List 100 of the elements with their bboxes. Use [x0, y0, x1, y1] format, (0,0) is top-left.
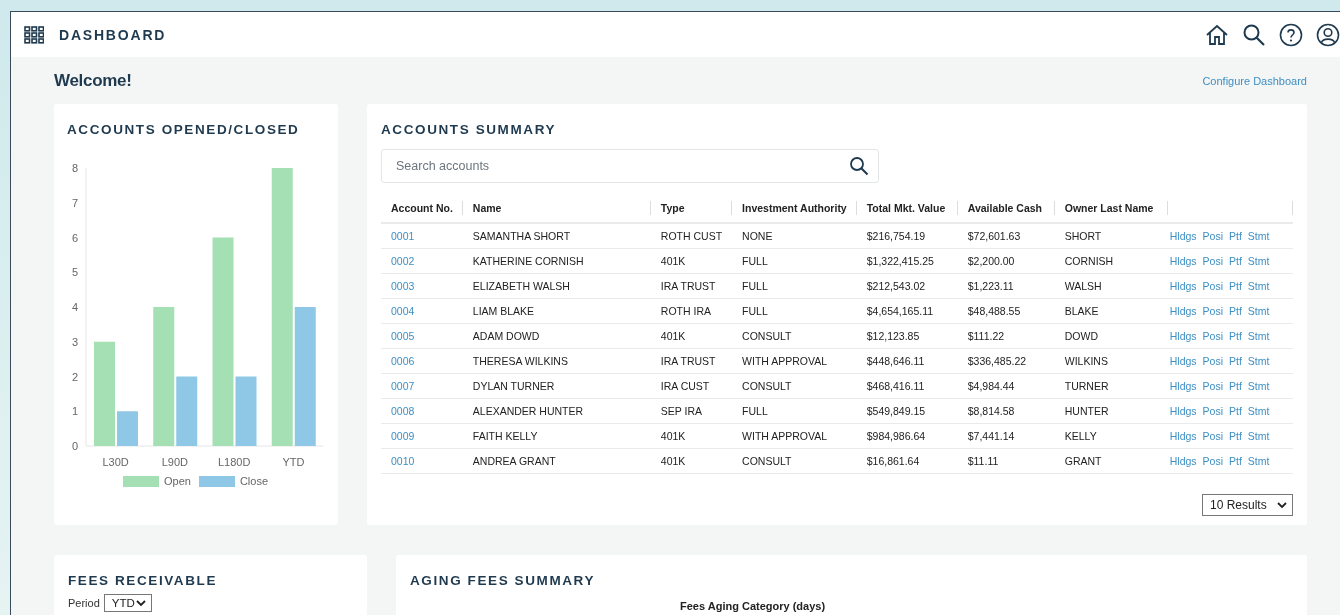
action-link[interactable]: Posi	[1202, 455, 1223, 467]
account-link[interactable]: 0008	[391, 405, 415, 417]
action-link[interactable]: Hldgs	[1169, 305, 1197, 317]
app-grid-icon[interactable]	[24, 25, 44, 44]
search-field[interactable]: Search accounts	[381, 149, 879, 183]
account-link[interactable]: 0004	[391, 305, 415, 317]
column-header[interactable]: Available Cash	[967, 201, 1043, 214]
action-link[interactable]: Posi	[1202, 330, 1223, 342]
total-cell: $4,654,165.11	[866, 305, 934, 317]
y-tick-label: 4	[72, 301, 79, 313]
action-link[interactable]: Posi	[1202, 380, 1223, 392]
action-link[interactable]: Ptf	[1229, 355, 1242, 367]
account-link[interactable]: 0001	[391, 230, 415, 242]
account-link[interactable]: 0007	[391, 380, 415, 392]
total-cell: $12,123.85	[866, 330, 920, 342]
authority-cell: WITH APPROVAL	[742, 430, 828, 442]
cash-cell: $72,601.63	[967, 230, 1021, 242]
action-link[interactable]: Stmt	[1247, 230, 1270, 242]
card-title: FEES RECEIVABLE	[68, 573, 219, 588]
action-link[interactable]: Stmt	[1247, 305, 1270, 317]
account-link[interactable]: 0009	[391, 430, 415, 442]
action-link[interactable]: Posi	[1202, 305, 1223, 317]
configure-dashboard-link[interactable]: Configure Dashboard	[1202, 74, 1307, 87]
action-link[interactable]: Posi	[1202, 430, 1223, 442]
x-axis-label: L30D	[102, 456, 129, 468]
y-tick-label: 3	[72, 335, 79, 348]
action-link[interactable]: Posi	[1202, 255, 1223, 267]
action-link[interactable]: Posi	[1202, 405, 1223, 417]
authority-cell: CONSULT	[742, 380, 792, 392]
total-cell: $549,849.15	[866, 405, 926, 417]
account-link[interactable]: 0002	[391, 255, 415, 267]
cash-cell: $8,814.58	[967, 405, 1015, 417]
total-cell: $1,322,415.25	[866, 255, 934, 267]
action-link[interactable]: Ptf	[1229, 255, 1242, 267]
home-icon[interactable]	[1205, 22, 1229, 47]
action-link[interactable]: Ptf	[1229, 405, 1242, 417]
action-link[interactable]: Hldgs	[1169, 455, 1197, 467]
x-axis-label: L180D	[217, 456, 251, 468]
y-tick-label: 6	[72, 231, 79, 244]
action-link[interactable]: Posi	[1202, 230, 1223, 242]
name-cell: FAITH KELLY	[472, 430, 538, 442]
action-link[interactable]: Ptf	[1229, 380, 1242, 392]
y-tick-label: 1	[72, 405, 79, 418]
action-link[interactable]: Hldgs	[1169, 355, 1197, 367]
authority-cell: NONE	[742, 230, 773, 242]
action-link[interactable]: Stmt	[1247, 280, 1270, 292]
owner-cell: SHORT	[1064, 230, 1102, 242]
action-link[interactable]: Hldgs	[1169, 430, 1197, 442]
action-link[interactable]: Posi	[1202, 280, 1223, 292]
user-icon[interactable]	[1316, 22, 1340, 47]
column-header[interactable]: Total Mkt. Value	[866, 201, 946, 214]
action-link[interactable]: Hldgs	[1169, 255, 1197, 267]
action-link[interactable]: Ptf	[1229, 455, 1242, 467]
column-header[interactable]: Owner Last Name	[1064, 201, 1154, 214]
action-link[interactable]: Ptf	[1229, 230, 1242, 242]
account-link[interactable]: 0003	[391, 280, 415, 292]
authority-cell: WITH APPROVAL	[742, 355, 828, 367]
action-link[interactable]: Stmt	[1247, 355, 1270, 367]
y-tick-label: 0	[72, 440, 79, 452]
owner-cell: DOWD	[1064, 330, 1098, 342]
column-header[interactable]: Investment Authority	[742, 201, 847, 214]
results-dropdown[interactable]: 10 Results	[1202, 494, 1293, 516]
action-link[interactable]: Hldgs	[1169, 380, 1197, 392]
owner-cell: TURNER	[1064, 380, 1109, 392]
action-link[interactable]: Stmt	[1247, 380, 1270, 392]
action-link[interactable]: Posi	[1202, 355, 1223, 367]
owner-cell: HUNTER	[1064, 405, 1109, 417]
authority-cell: FULL	[742, 405, 768, 417]
action-link[interactable]: Ptf	[1229, 330, 1242, 342]
period-label: Period	[68, 597, 100, 609]
action-link[interactable]: Hldgs	[1169, 405, 1197, 417]
action-link[interactable]: Stmt	[1247, 430, 1270, 442]
action-link[interactable]: Stmt	[1247, 330, 1270, 342]
cash-cell: $11.11	[967, 455, 999, 467]
column-header[interactable]: Type	[660, 201, 685, 214]
column-header[interactable]: Account No.	[391, 201, 453, 214]
type-cell: 401K	[660, 330, 686, 342]
account-link[interactable]: 0010	[391, 455, 415, 467]
period-dropdown[interactable]: YTD	[103, 594, 152, 612]
action-link[interactable]: Ptf	[1229, 430, 1242, 442]
action-link[interactable]: Hldgs	[1169, 280, 1197, 292]
column-header[interactable]: Name	[472, 201, 502, 214]
type-cell: IRA TRUST	[660, 355, 716, 367]
action-link[interactable]: Hldgs	[1169, 230, 1197, 242]
name-cell: ALEXANDER HUNTER	[472, 405, 584, 417]
action-link[interactable]: Stmt	[1247, 405, 1270, 417]
action-link[interactable]: Ptf	[1229, 280, 1242, 292]
action-link[interactable]: Stmt	[1247, 255, 1270, 267]
action-link[interactable]: Stmt	[1247, 455, 1270, 467]
account-link[interactable]: 0005	[391, 330, 415, 342]
account-link[interactable]: 0006	[391, 355, 415, 367]
name-cell: THERESA WILKINS	[472, 355, 568, 367]
total-cell: $212,543.02	[866, 280, 926, 292]
owner-cell: KELLY	[1064, 430, 1097, 442]
action-link[interactable]: Ptf	[1229, 305, 1242, 317]
name-cell: KATHERINE CORNISH	[472, 255, 584, 267]
help-icon[interactable]	[1279, 22, 1303, 47]
app-title: DASHBOARD	[59, 26, 167, 43]
action-link[interactable]: Hldgs	[1169, 330, 1197, 342]
search-icon[interactable]	[1242, 22, 1266, 47]
